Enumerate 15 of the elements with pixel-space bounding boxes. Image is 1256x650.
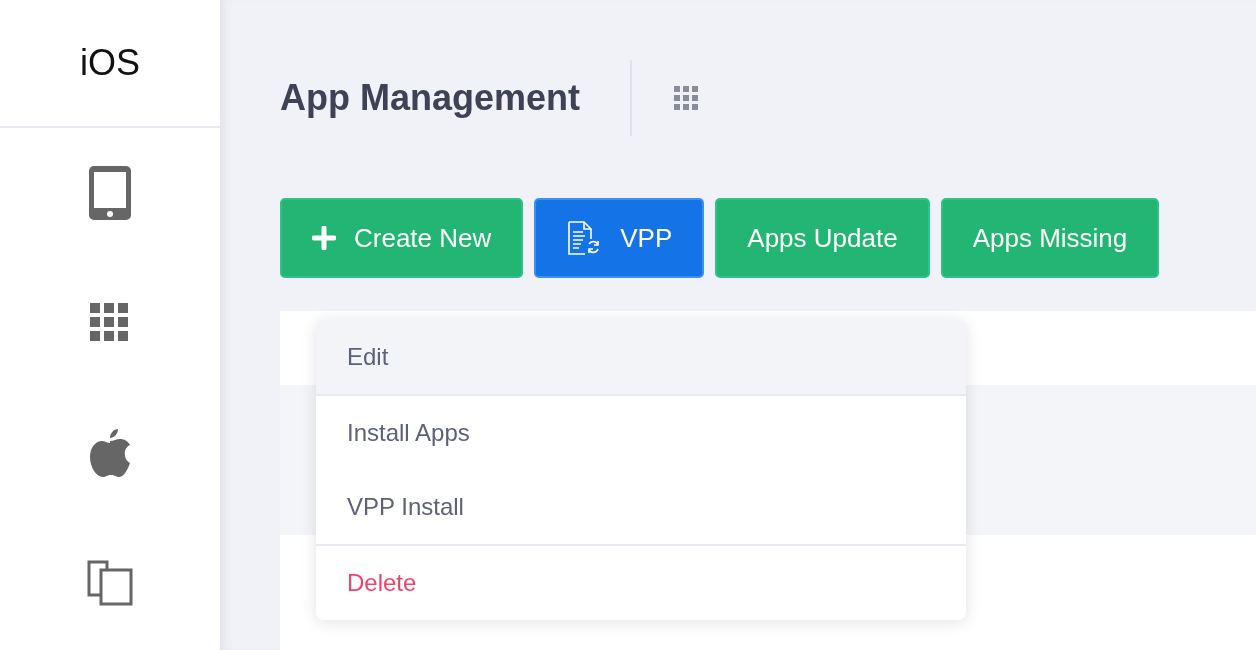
- menu-item[interactable]: Edit: [316, 320, 966, 394]
- action-button[interactable]: Apps Update: [715, 198, 930, 278]
- page-title: App Management: [280, 60, 633, 136]
- action-button[interactable]: Apps Missing: [940, 198, 1160, 278]
- action-button[interactable]: Create New: [280, 198, 524, 278]
- menu-item[interactable]: Delete: [316, 546, 966, 620]
- apple-icon[interactable]: [88, 427, 132, 479]
- tablet-icon[interactable]: [87, 164, 133, 222]
- plus-icon: [312, 226, 336, 250]
- menu-item[interactable]: VPP Install: [316, 470, 966, 544]
- vpp-button[interactable]: VPP: [534, 198, 705, 278]
- grid-icon[interactable]: [90, 303, 130, 343]
- copy-icon[interactable]: [87, 560, 133, 606]
- menu-item[interactable]: Install Apps: [316, 396, 966, 470]
- grid-icon[interactable]: [674, 86, 699, 110]
